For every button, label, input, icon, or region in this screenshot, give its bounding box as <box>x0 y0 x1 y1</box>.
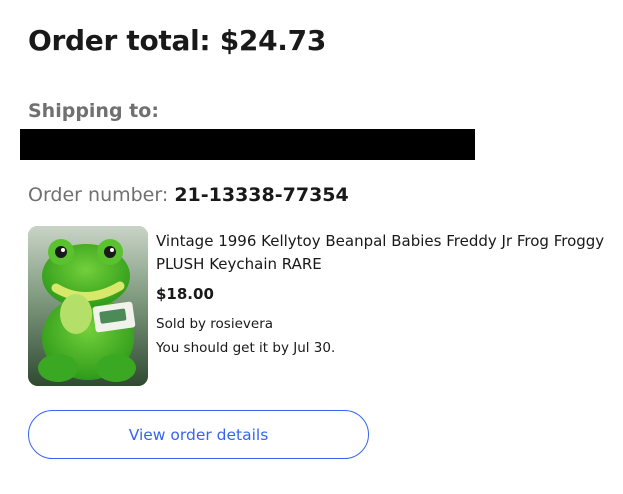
frog-plush-icon <box>28 226 148 386</box>
item-price: $18.00 <box>156 285 214 303</box>
redacted-shipping-address <box>20 129 475 160</box>
order-total-heading: Order total: $24.73 <box>28 24 326 57</box>
order-total-value: $24.73 <box>219 24 327 57</box>
item-seller: Sold by rosievera <box>156 316 274 332</box>
item-title[interactable]: Vintage 1996 Kellytoy Beanpal Babies Fre… <box>156 230 621 276</box>
shipping-to-label: Shipping to: <box>28 100 159 122</box>
view-order-details-button[interactable]: View order details <box>28 410 369 459</box>
item-photo[interactable] <box>28 226 148 386</box>
order-number: Order number: 21-13338-77354 <box>28 184 349 206</box>
item-delivery-estimate: You should get it by Jul 30. <box>156 340 336 356</box>
order-total-label: Order total: <box>28 24 211 57</box>
order-number-label: Order number: <box>28 184 169 206</box>
order-number-value: 21-13338-77354 <box>174 184 349 206</box>
